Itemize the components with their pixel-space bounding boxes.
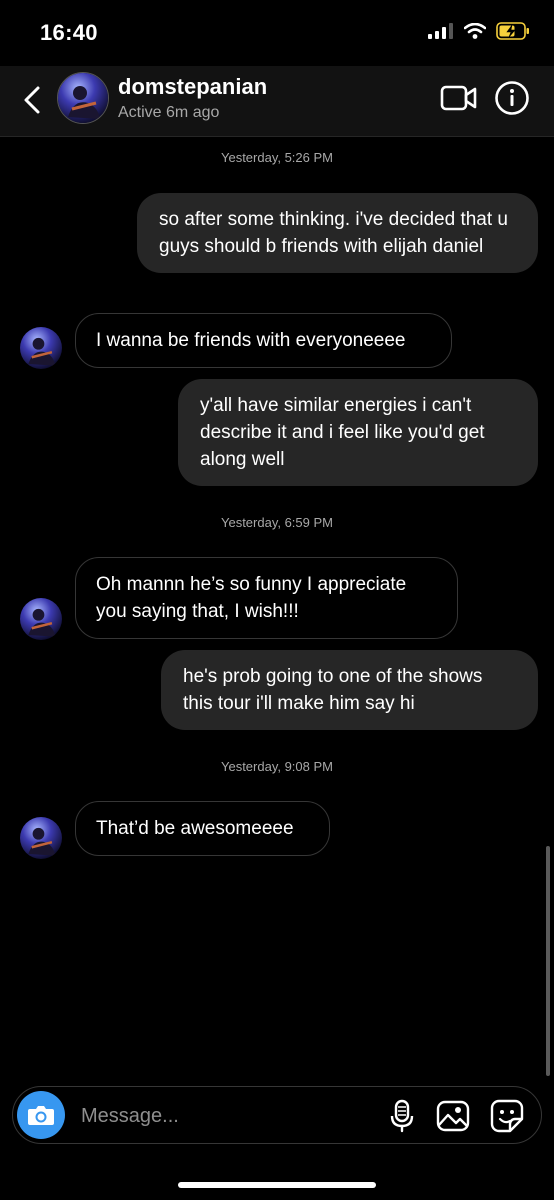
sender-avatar[interactable] <box>20 817 62 859</box>
video-call-icon <box>440 85 477 111</box>
battery-icon <box>496 22 529 40</box>
gallery-icon <box>436 1100 470 1132</box>
video-call-button[interactable] <box>440 82 478 114</box>
info-button[interactable] <box>494 80 530 116</box>
header-username[interactable]: domstepanian <box>118 74 267 100</box>
camera-icon <box>28 1106 54 1125</box>
status-time: 16:40 <box>40 20 98 45</box>
signal-icon <box>428 23 453 39</box>
profile-photo <box>58 73 108 123</box>
timestamp: Yesterday, 6:59 PM <box>220 515 333 530</box>
profile-photo <box>20 817 62 859</box>
back-button[interactable] <box>18 82 48 118</box>
message-input[interactable] <box>79 1100 363 1132</box>
received-message[interactable]: Oh mannn he’s so funny I appreciate you … <box>75 557 458 639</box>
microphone-icon <box>390 1099 414 1133</box>
chevron-left-icon <box>24 86 40 114</box>
sent-message[interactable]: so after some thinking. i've decided tha… <box>137 193 538 273</box>
chat-header: domstepanian Active 6m ago <box>0 66 554 137</box>
microphone-button[interactable] <box>385 1099 419 1133</box>
profile-photo <box>20 598 62 640</box>
timestamp: Yesterday, 9:08 PM <box>220 759 333 774</box>
gallery-button[interactable] <box>436 1099 470 1133</box>
status-icons <box>428 22 530 40</box>
info-icon <box>495 81 529 115</box>
header-active-status: Active 6m ago <box>118 104 220 121</box>
received-message[interactable]: That’d be awesomeeee <box>75 801 330 856</box>
scrollbar[interactable] <box>546 846 550 1076</box>
timestamp: Yesterday, 5:26 PM <box>220 150 333 165</box>
home-indicator[interactable] <box>178 1182 376 1188</box>
status-bar: 16:40 <box>0 0 554 66</box>
wifi-icon <box>464 23 486 39</box>
received-message[interactable]: I wanna be friends with everyoneeee <box>75 313 452 368</box>
sender-avatar[interactable] <box>20 598 62 640</box>
sent-message[interactable]: he's prob going to one of the shows this… <box>161 650 538 730</box>
sent-message[interactable]: y'all have similar energies i can't desc… <box>178 379 538 486</box>
sticker-button[interactable] <box>490 1099 524 1133</box>
sticker-icon <box>490 1099 524 1133</box>
message-composer <box>12 1086 542 1144</box>
camera-button[interactable] <box>17 1091 65 1139</box>
profile-photo <box>20 327 62 369</box>
header-avatar[interactable] <box>57 72 109 124</box>
sender-avatar[interactable] <box>20 327 62 369</box>
